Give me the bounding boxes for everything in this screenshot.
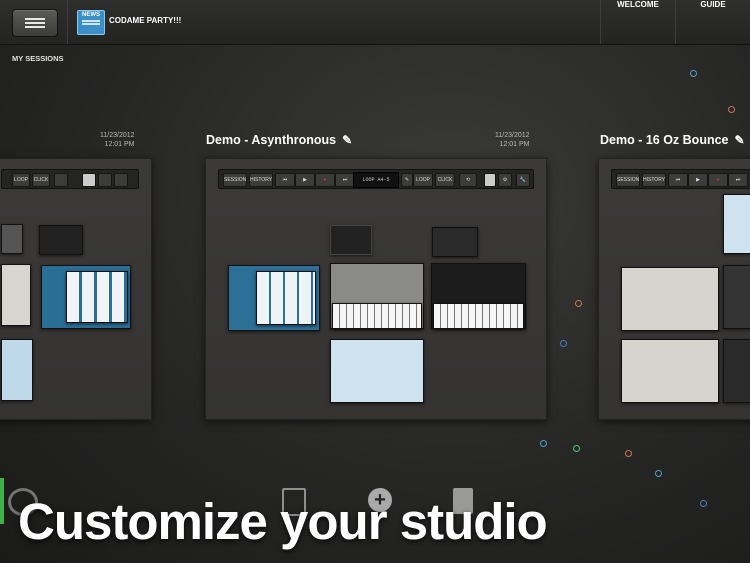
session-title[interactable]: Demo - Asynthronous✎ xyxy=(206,133,352,147)
section-title: MY SESSIONS xyxy=(12,54,64,63)
session-card[interactable]: SESSION HISTORY ⏮ ▶ ● ⏭ xyxy=(598,158,750,420)
menu-button[interactable] xyxy=(12,9,58,37)
instrument-module[interactable] xyxy=(330,225,372,255)
caption: Customize your studio xyxy=(18,492,547,551)
forward-button[interactable]: ⏭ xyxy=(335,173,355,187)
hamburger-icon xyxy=(25,18,45,20)
position-display: LOOP A4-5 xyxy=(353,172,399,188)
repeat-icon[interactable]: ⟲ xyxy=(459,173,477,187)
card-date: 11/23/2012 12:01 PM xyxy=(100,131,135,149)
session-name[interactable]: CODAME PARTY!!! xyxy=(109,16,181,25)
nav-welcome[interactable]: WELCOME xyxy=(601,0,675,44)
session-card[interactable]: SESSION HISTORY ⏮ ▶ ● ⏭ LOOP A4-5 ✎ LOOP… xyxy=(205,158,547,420)
session-card[interactable]: LOOP CLICK xyxy=(0,158,152,420)
rewind-button[interactable]: ⏮ xyxy=(275,173,295,187)
click-button[interactable]: CLICK xyxy=(32,173,50,187)
session-button[interactable]: SESSION xyxy=(616,173,640,187)
instrument-module[interactable] xyxy=(432,227,478,257)
settings-icon[interactable]: ⚙ xyxy=(498,173,512,187)
news-icon[interactable]: NEWS xyxy=(77,10,105,35)
nav-guide[interactable]: GUIDE xyxy=(676,0,750,44)
record-button[interactable]: ● xyxy=(315,173,335,187)
session-title[interactable]: Demo - 16 Oz Bounce✎ xyxy=(600,133,745,147)
pencil-icon[interactable]: ✎ xyxy=(735,133,745,147)
session-button[interactable]: SESSION xyxy=(223,173,247,187)
sequencer[interactable] xyxy=(330,339,424,403)
history-button[interactable]: HISTORY xyxy=(249,173,273,187)
pencil-tool-icon[interactable]: ✎ xyxy=(401,173,413,187)
pencil-icon[interactable]: ✎ xyxy=(342,133,352,147)
loop-button[interactable]: LOOP xyxy=(12,173,30,187)
mixer-icon[interactable] xyxy=(484,173,496,187)
top-bar: NEWS CODAME PARTY!!! WELCOME GUIDE xyxy=(0,0,750,45)
click-button[interactable]: CLICK xyxy=(435,173,455,187)
play-button[interactable]: ▶ xyxy=(295,173,315,187)
loop-button[interactable]: LOOP xyxy=(413,173,433,187)
card-date: 11/23/2012 12:01 PM xyxy=(495,131,530,149)
wrench-icon[interactable]: 🔧 xyxy=(516,173,530,187)
history-button[interactable]: HISTORY xyxy=(642,173,666,187)
